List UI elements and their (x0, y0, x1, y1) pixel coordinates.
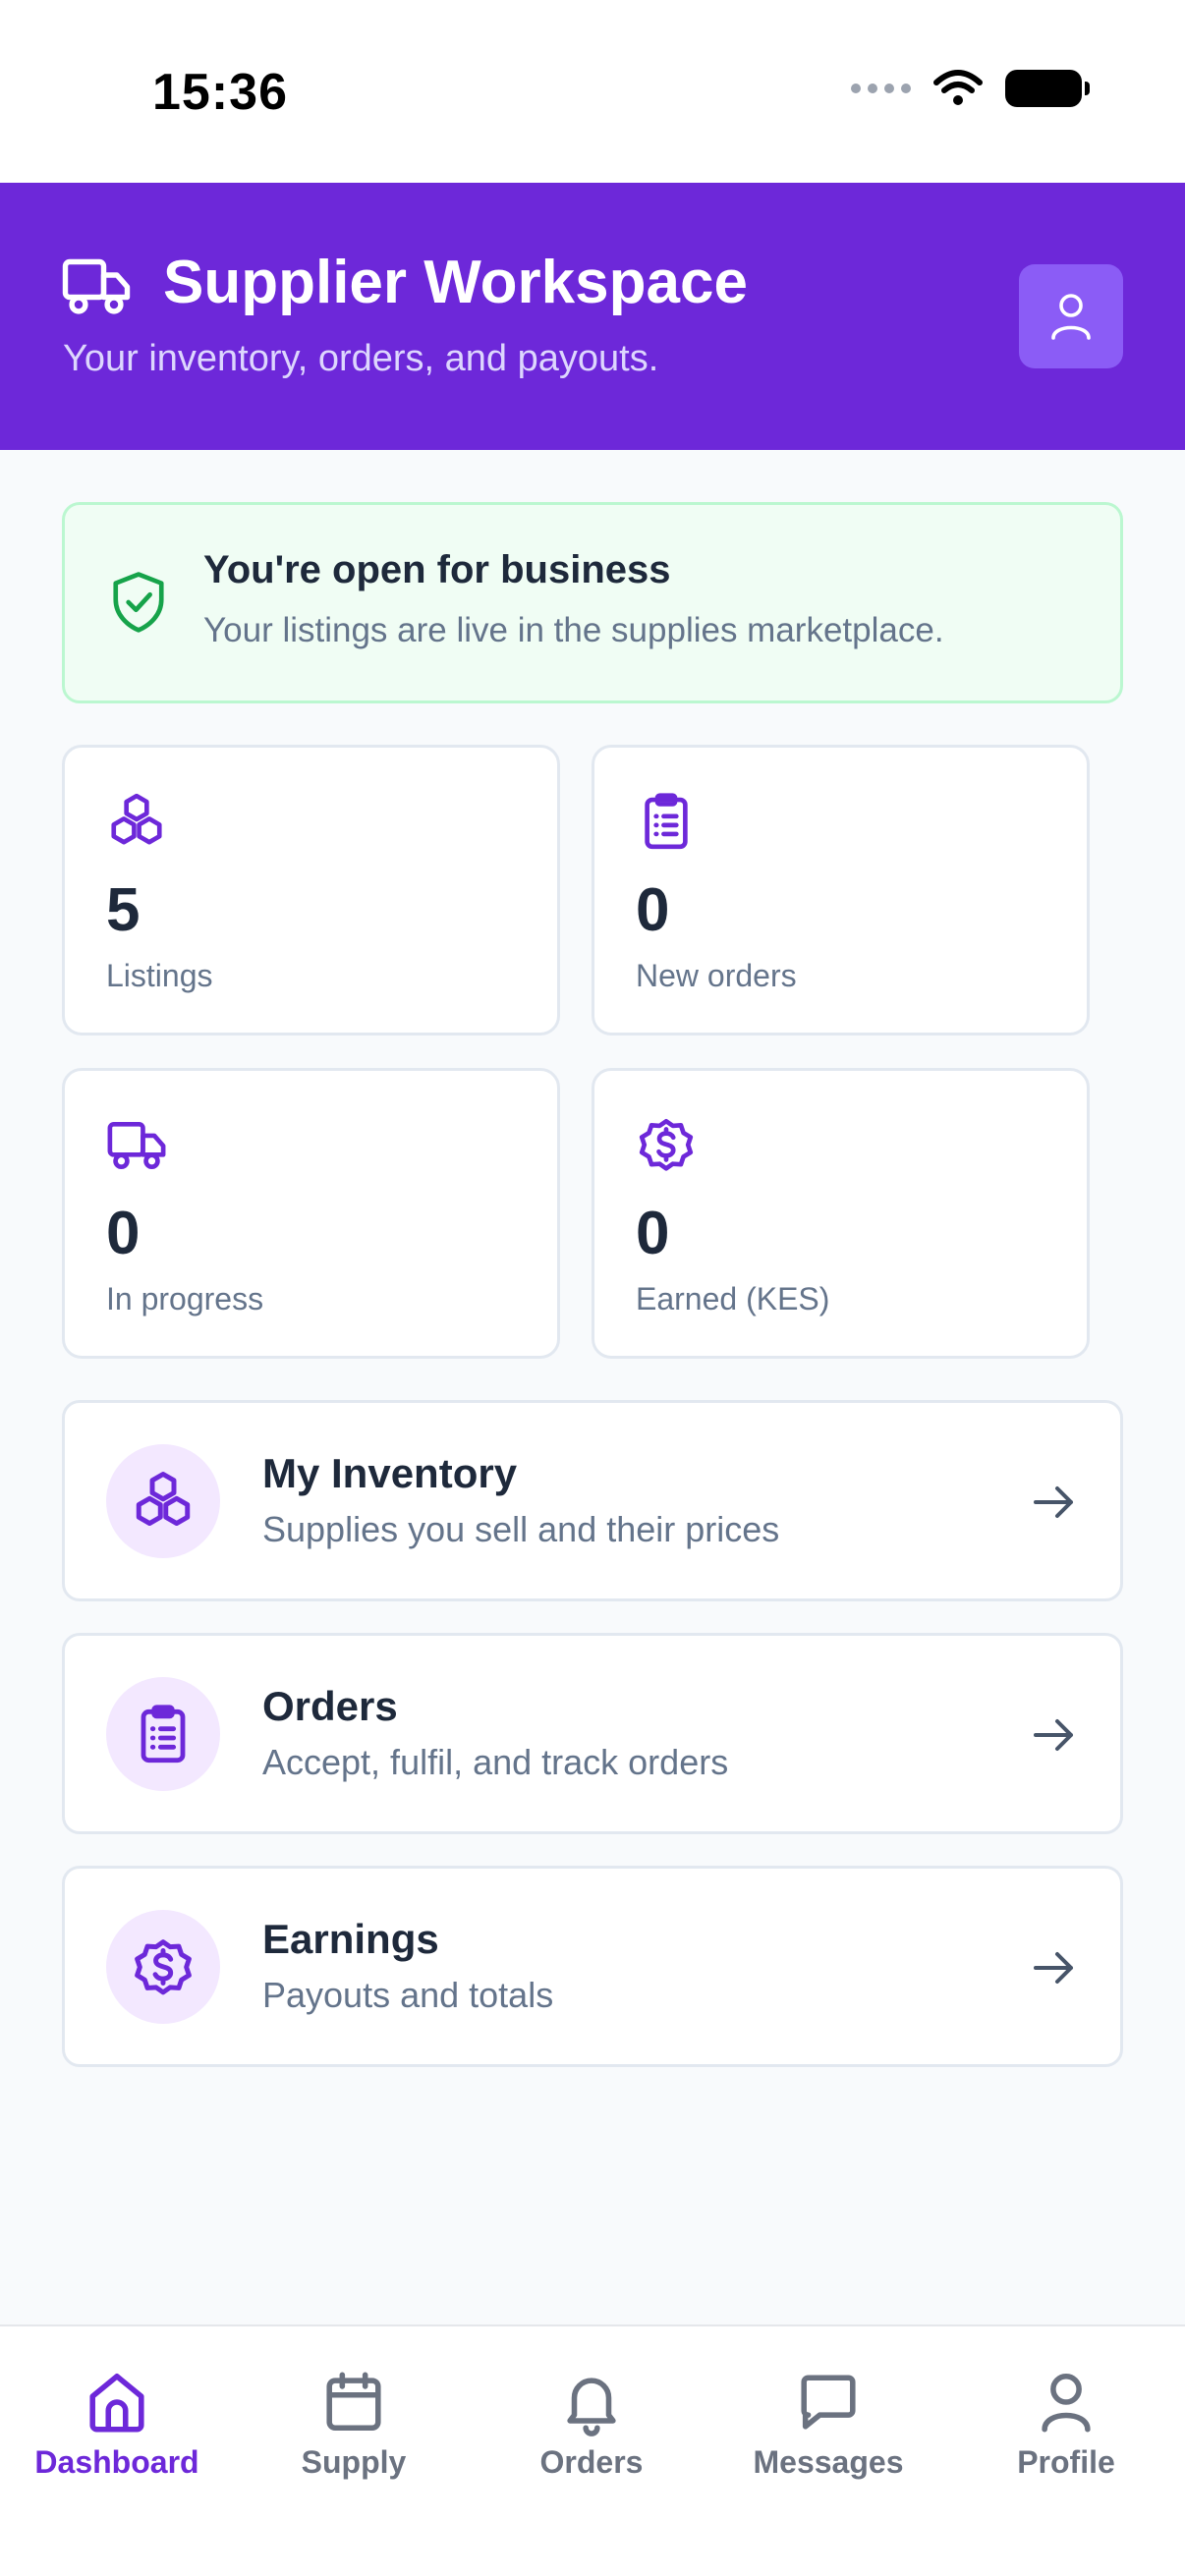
battery-icon (1005, 70, 1090, 107)
arrow-right-icon (1034, 1952, 1073, 1984)
tab-label: Profile (1017, 2444, 1115, 2480)
signal-icon (851, 84, 911, 93)
page-subtitle: Your inventory, orders, and payouts. (63, 338, 659, 379)
tab-profile[interactable]: Profile (958, 2368, 1174, 2481)
dollar-badge-icon (639, 1118, 694, 1171)
bell-icon (567, 2378, 616, 2436)
row-icon-badge (106, 1910, 220, 2024)
stat-card-earned[interactable]: 0 Earned (KES) (592, 1068, 1090, 1359)
arrow-right-icon (1034, 1719, 1073, 1751)
stat-value: 0 (636, 1200, 670, 1267)
stat-card-in-progress[interactable]: 0 In progress (62, 1068, 560, 1359)
stat-label: New orders (636, 958, 797, 993)
stat-label: In progress (106, 1281, 264, 1316)
tab-label: Messages (753, 2444, 904, 2480)
tab-label: Dashboard (34, 2444, 199, 2480)
page-title: Supplier Workspace (163, 249, 748, 316)
home-icon (89, 2373, 144, 2433)
row-subtitle: Supplies you sell and their prices (262, 1509, 780, 1549)
status-icons (851, 69, 1090, 108)
row-icon-badge (106, 1677, 220, 1791)
cubes-icon (111, 793, 162, 845)
truck-icon (107, 1122, 166, 1170)
row-title: My Inventory (262, 1450, 518, 1496)
stat-value: 0 (636, 876, 670, 944)
shield-check-icon (113, 572, 164, 633)
banner-text: Your listings are live in the supplies m… (203, 611, 944, 649)
user-icon (1042, 2373, 1091, 2433)
user-icon (1051, 294, 1091, 340)
row-icon-badge (106, 1444, 220, 1558)
dollar-badge-icon (135, 1939, 192, 1995)
profile-button[interactable] (1019, 264, 1123, 368)
message-icon (801, 2375, 856, 2430)
stat-value: 5 (106, 876, 141, 944)
tab-orders[interactable]: Orders (483, 2368, 700, 2481)
truck-icon (62, 258, 131, 314)
calendar-icon (326, 2372, 381, 2432)
row-subtitle: Payouts and totals (262, 1975, 554, 2015)
tab-dashboard[interactable]: Dashboard (9, 2368, 225, 2481)
cubes-icon (136, 1472, 191, 1527)
tab-messages[interactable]: Messages (720, 2368, 936, 2481)
status-time: 15:36 (152, 64, 288, 121)
arrow-right-icon (1034, 1486, 1073, 1518)
row-subtitle: Accept, fulfil, and track orders (262, 1742, 729, 1782)
status-bar: 15:36 (0, 0, 1185, 183)
tab-label: Supply (301, 2444, 407, 2480)
orders-row[interactable]: Orders Accept, fulfil, and track orders (62, 1633, 1123, 1834)
stat-label: Listings (106, 958, 213, 993)
supplier-dashboard-screen: 15:36 Supplier Workspace Your inventory,… (0, 0, 1185, 2576)
stat-label: Earned (KES) (636, 1281, 830, 1316)
clipboard-icon (645, 793, 688, 850)
stat-card-new-orders[interactable]: 0 New orders (592, 745, 1090, 1036)
clipboard-icon (141, 1705, 186, 1764)
earnings-row[interactable]: Earnings Payouts and totals (62, 1866, 1123, 2067)
banner-title: You're open for business (203, 548, 671, 591)
row-title: Orders (262, 1683, 398, 1729)
open-for-business-banner: You're open for business Your listings a… (62, 502, 1123, 703)
tab-supply[interactable]: Supply (246, 2368, 462, 2481)
row-title: Earnings (262, 1916, 439, 1962)
wifi-icon (933, 70, 983, 105)
tab-label: Orders (539, 2444, 644, 2480)
stat-value: 0 (106, 1200, 141, 1267)
my-inventory-row[interactable]: My Inventory Supplies you sell and their… (62, 1400, 1123, 1601)
stat-card-listings[interactable]: 5 Listings (62, 745, 560, 1036)
